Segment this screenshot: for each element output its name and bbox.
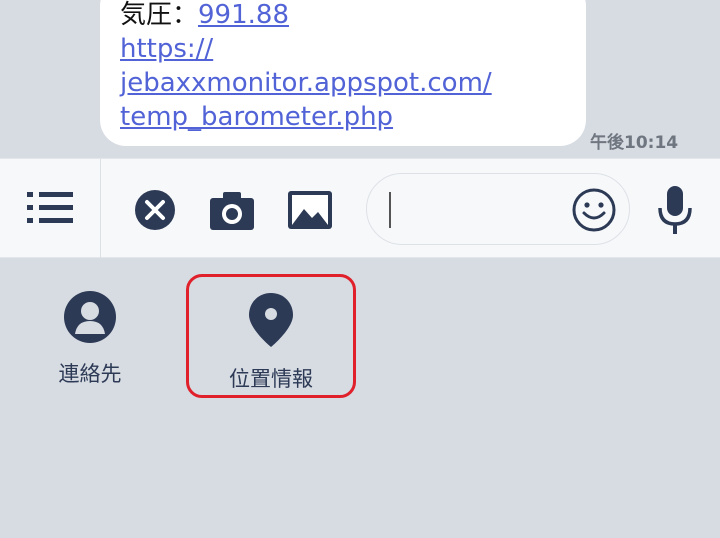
attach-contact[interactable]: 連絡先 <box>40 290 140 388</box>
pressure-value-link[interactable]: 991.88 <box>198 0 289 30</box>
mic-button[interactable] <box>652 183 698 239</box>
message-bubble: 気圧：991.88 https:// jebaxxmonitor.appspot… <box>100 0 586 146</box>
emoji-button[interactable] <box>571 187 617 233</box>
message-timestamp: 午後10:14 <box>590 133 679 153</box>
contact-icon <box>64 291 116 343</box>
url-link-part-2[interactable]: jebaxxmonitor.appspot.com/ <box>120 68 492 98</box>
url-link-part-3[interactable]: temp_barometer.php <box>120 102 393 132</box>
emoji-icon <box>572 188 616 232</box>
contact-label: 連絡先 <box>58 362 122 386</box>
camera-button[interactable] <box>207 187 257 233</box>
link-line-2: jebaxxmonitor.appspot.com/ <box>120 66 566 100</box>
location-label: 位置情報 <box>229 367 313 391</box>
location-pin-icon <box>249 293 293 347</box>
url-link-part-1[interactable]: https:// <box>120 34 213 64</box>
close-icon <box>135 190 175 230</box>
text-caret <box>389 192 391 228</box>
pressure-label: 気圧： <box>120 0 199 30</box>
message-input[interactable] <box>366 173 630 245</box>
link-line-3: temp_barometer.php <box>120 100 566 134</box>
input-bar <box>0 158 720 259</box>
image-icon <box>288 191 332 229</box>
pressure-line: 気圧：991.88 <box>120 0 566 32</box>
toolbar-divider <box>100 159 101 259</box>
link-line-1: https:// <box>120 32 566 66</box>
mic-icon <box>658 186 692 234</box>
image-button[interactable] <box>285 187 335 233</box>
location-inner: 位置情報 <box>229 277 313 393</box>
menu-icon <box>27 192 73 223</box>
chat-area: 気圧：991.88 https:// jebaxxmonitor.appspot… <box>0 0 720 158</box>
attach-location[interactable]: 位置情報 <box>186 274 356 398</box>
close-button[interactable] <box>132 187 178 233</box>
attachment-panel: 連絡先 位置情報 <box>0 258 720 538</box>
menu-button[interactable] <box>22 185 78 231</box>
camera-icon <box>210 192 254 230</box>
